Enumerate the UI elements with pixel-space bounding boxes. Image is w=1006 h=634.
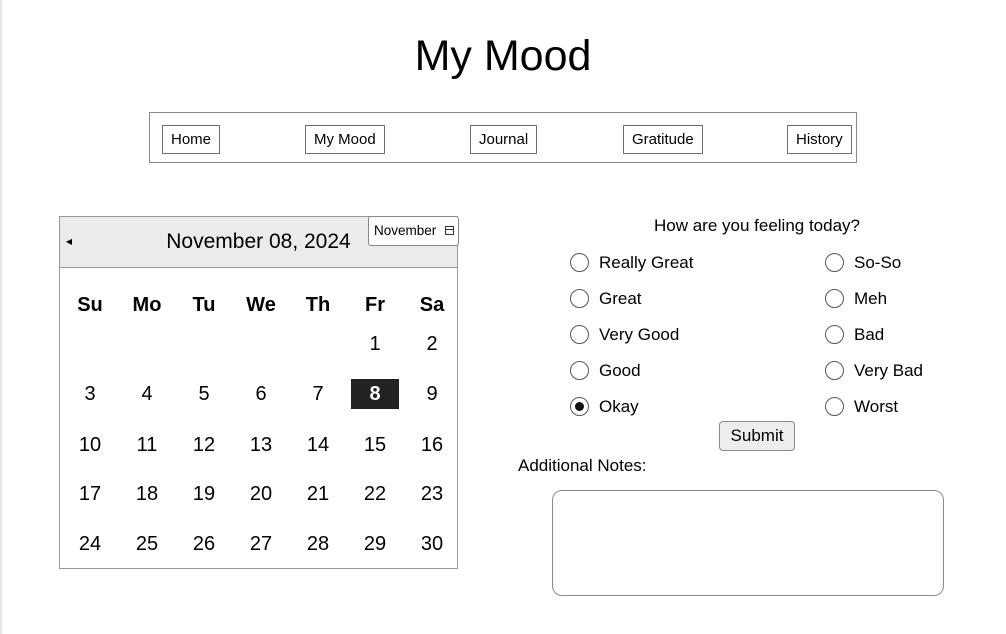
mood-radio[interactable]: [570, 397, 589, 416]
mood-option-label: Bad: [854, 325, 885, 344]
day-cell[interactable]: 28: [294, 529, 342, 559]
nav-journal-button[interactable]: Journal: [470, 125, 538, 154]
mood-option[interactable]: Worst: [825, 396, 965, 418]
calendar-header: ◀ November 08, 2024 November: [60, 216, 459, 268]
mood-radio[interactable]: [825, 289, 844, 308]
mood-option-label: Really Great: [599, 253, 694, 272]
mood-option-label: Meh: [854, 289, 888, 308]
mood-option-label: So-So: [854, 253, 902, 272]
day-cell[interactable]: 29: [351, 529, 399, 559]
mood-radio[interactable]: [570, 253, 589, 272]
day-cell[interactable]: 13: [237, 430, 285, 460]
weekday-label: Sa: [419, 294, 445, 316]
day-cell[interactable]: 9: [408, 379, 456, 409]
day-cell[interactable]: 22: [351, 479, 399, 509]
weekday-label: We: [246, 294, 276, 316]
calendar-icon: [445, 226, 454, 235]
page-title: My Mood: [414, 32, 592, 80]
page-left-border: [0, 0, 2, 634]
day-cell[interactable]: 4: [123, 379, 171, 409]
mood-option[interactable]: Great: [570, 288, 710, 310]
nav-history-button[interactable]: History: [787, 125, 852, 154]
mood-radio[interactable]: [570, 289, 589, 308]
mood-option-label: Very Good: [599, 325, 680, 344]
day-cell[interactable]: 19: [180, 479, 228, 509]
mood-option-label: Very Bad: [854, 361, 923, 380]
day-cell[interactable]: 7: [294, 379, 342, 409]
nav-bar: Home My Mood Journal Gratitude History: [149, 112, 857, 163]
weekday-label: Th: [305, 294, 331, 316]
mood-option-label: Good: [599, 361, 641, 380]
mood-question: How are you feeling today?: [653, 216, 861, 235]
day-cell[interactable]: 27: [237, 529, 285, 559]
day-cell[interactable]: 30: [408, 529, 456, 559]
mood-radio[interactable]: [825, 325, 844, 344]
day-cell[interactable]: 10: [66, 430, 114, 460]
mood-radio[interactable]: [570, 361, 589, 380]
calendar: ◀ November 08, 2024 November Su Mo Tu We Th F…: [59, 216, 459, 569]
month-select[interactable]: November: [368, 216, 459, 246]
weekday-label: Su: [77, 294, 103, 316]
day-cell[interactable]: 5: [180, 379, 228, 409]
weekday-label: Fr: [365, 294, 385, 316]
day-cell[interactable]: 20: [237, 479, 285, 509]
mood-radio[interactable]: [825, 361, 844, 380]
submit-button[interactable]: Submit: [719, 421, 795, 451]
day-cell[interactable]: 15: [351, 430, 399, 460]
day-cell[interactable]: 18: [123, 479, 171, 509]
mood-option[interactable]: Bad: [825, 324, 965, 346]
day-cell[interactable]: 21: [294, 479, 342, 509]
day-cell[interactable]: 23: [408, 479, 456, 509]
day-cell[interactable]: 12: [180, 430, 228, 460]
notes-label: Additional Notes:: [518, 456, 647, 475]
day-cell[interactable]: 14: [294, 430, 342, 460]
day-cell[interactable]: 6: [237, 379, 285, 409]
mood-option[interactable]: Very Good: [570, 324, 710, 346]
nav-gratitude-button[interactable]: Gratitude: [623, 125, 703, 154]
mood-option[interactable]: Good: [570, 360, 710, 382]
day-cell[interactable]: 17: [66, 479, 114, 509]
mood-option[interactable]: Meh: [825, 288, 965, 310]
mood-radio[interactable]: [825, 253, 844, 272]
day-cell[interactable]: 11: [123, 430, 171, 460]
day-cell[interactable]: 1: [351, 329, 399, 359]
day-cell[interactable]: 3: [66, 379, 114, 409]
mood-option[interactable]: So-So: [825, 252, 965, 274]
mood-option[interactable]: Really Great: [570, 252, 710, 274]
day-cell[interactable]: 2: [408, 329, 456, 359]
mood-option-label: Great: [599, 289, 642, 308]
day-cell[interactable]: 26: [180, 529, 228, 559]
day-cell[interactable]: 25: [123, 529, 171, 559]
mood-radio[interactable]: [825, 397, 844, 416]
mood-radio[interactable]: [570, 325, 589, 344]
mood-option[interactable]: Okay: [570, 396, 710, 418]
notes-textarea[interactable]: [552, 490, 944, 596]
mood-option-label: Worst: [854, 397, 899, 416]
mood-option[interactable]: Very Bad: [825, 360, 965, 382]
day-cell-selected[interactable]: 8: [351, 379, 399, 409]
nav-my-mood-button[interactable]: My Mood: [305, 125, 385, 154]
month-select-value: November: [374, 223, 437, 238]
day-cell[interactable]: 16: [408, 430, 456, 460]
nav-home-button[interactable]: Home: [162, 125, 221, 154]
weekday-label: Mo: [132, 294, 162, 316]
day-cell[interactable]: 24: [66, 529, 114, 559]
mood-option-label: Okay: [599, 397, 639, 416]
weekday-label: Tu: [192, 294, 216, 316]
